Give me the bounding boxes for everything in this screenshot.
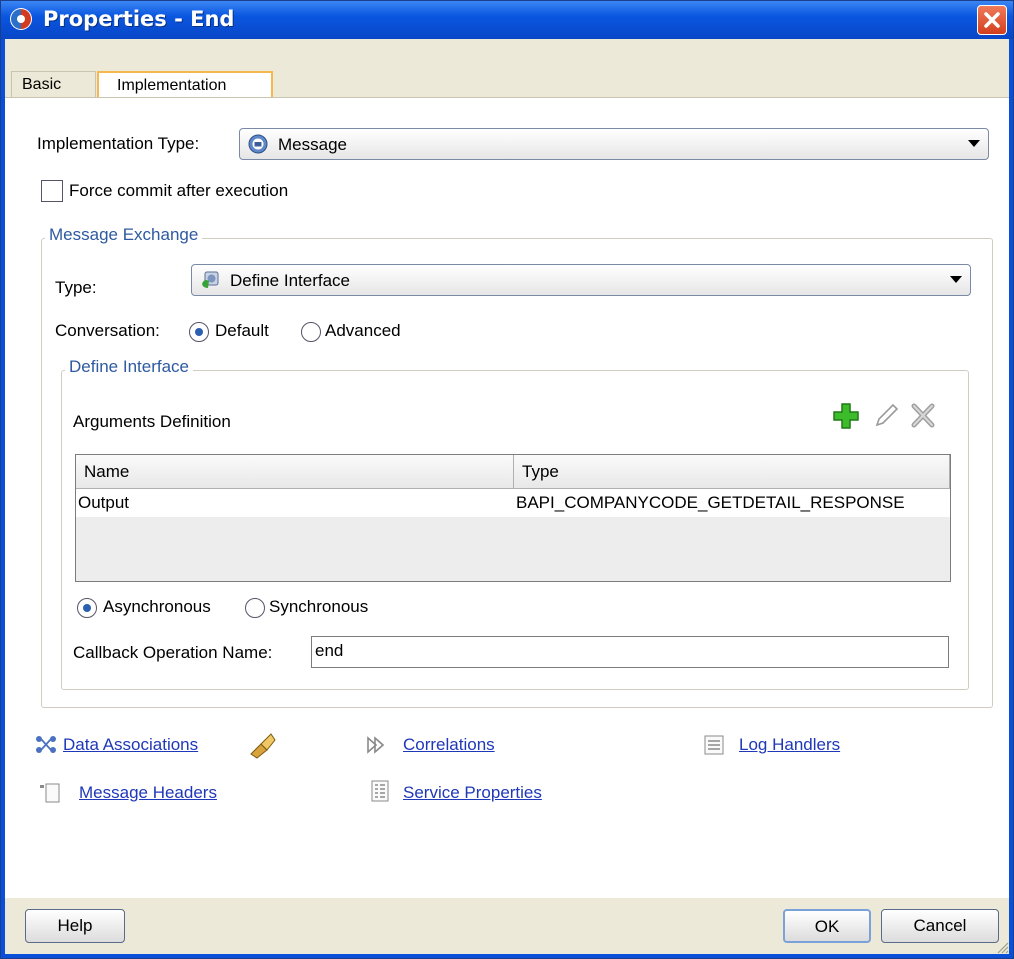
pencil-icon[interactable] [871,401,901,431]
plus-icon[interactable] [831,401,861,431]
column-header-name[interactable]: Name [76,455,514,489]
message-exchange-title: Message Exchange [45,225,203,245]
resize-grip-icon[interactable] [995,940,1009,954]
correlations-link[interactable]: Correlations [403,735,495,755]
log-handlers-link[interactable]: Log Handlers [739,735,840,755]
title-bar[interactable]: Properties - End [1,1,1013,39]
exchange-type-select[interactable]: Define Interface [191,264,971,296]
data-associations-icon [36,736,56,753]
table-cell-name: Output [78,493,130,512]
implementation-panel: Implementation Type: Message Force commi… [5,97,1009,898]
define-interface-title: Define Interface [65,357,194,377]
implementation-type-label: Implementation Type: [37,134,200,153]
arguments-definition-label: Arguments Definition [73,412,231,431]
chevron-down-icon [950,276,962,283]
dialog-client: Basic Implementation Implementation Type… [5,39,1009,954]
conversation-label: Conversation: [55,321,160,340]
window-title: Properties - End [43,7,235,31]
chevron-down-icon [968,140,980,147]
arguments-table: Name Type Output BAPI_COMPANYCODE_GETDET… [75,454,951,582]
close-icon [984,12,1000,28]
data-associations-link[interactable]: Data Associations [63,735,198,755]
eraser-icon[interactable] [247,730,277,760]
log-handlers-icon [704,735,724,755]
callback-operation-input[interactable]: end [311,636,949,668]
oracle-logo-icon [10,8,32,30]
conversation-default-radio[interactable] [189,322,209,342]
force-commit-label: Force commit after execution [69,181,289,200]
close-button[interactable] [977,5,1007,35]
button-bar: Help OK Cancel [5,897,1009,954]
implementation-type-select[interactable]: Message [239,128,989,160]
synchronous-label: Synchronous [269,597,369,616]
message-headers-icon [40,783,60,803]
asynchronous-label: Asynchronous [103,597,211,616]
exchange-type-value: Define Interface [230,271,351,290]
conversation-default-label: Default [215,321,269,340]
tab-implementation[interactable]: Implementation [97,71,273,97]
message-headers-link[interactable]: Message Headers [79,783,217,803]
properties-dialog: Properties - End Basic Implementation Im… [0,0,1014,959]
tab-basic[interactable]: Basic [11,71,96,97]
force-commit-checkbox[interactable] [41,180,63,202]
table-empty-area [76,517,950,581]
x-icon[interactable] [907,401,939,431]
ok-button[interactable]: OK [783,909,871,943]
callback-operation-label: Callback Operation Name: [73,643,273,662]
table-row[interactable]: Output BAPI_COMPANYCODE_GETDETAIL_RESPON… [76,489,950,517]
service-properties-link[interactable]: Service Properties [403,783,542,803]
asynchronous-radio[interactable] [77,598,97,618]
implementation-type-value: Message [278,135,347,154]
message-icon [248,134,268,154]
define-interface-icon [202,271,219,288]
column-header-type[interactable]: Type [514,455,950,489]
service-properties-icon [371,780,389,802]
help-button[interactable]: Help [25,909,125,943]
correlations-icon [367,736,385,754]
conversation-advanced-label: Advanced [325,321,401,340]
tab-strip: Basic Implementation [5,39,1009,101]
synchronous-radio[interactable] [245,598,265,618]
conversation-advanced-radio[interactable] [301,322,321,342]
cancel-button[interactable]: Cancel [881,909,999,943]
table-cell-type: BAPI_COMPANYCODE_GETDETAIL_RESPONSE [516,493,905,512]
exchange-type-label: Type: [55,278,97,297]
